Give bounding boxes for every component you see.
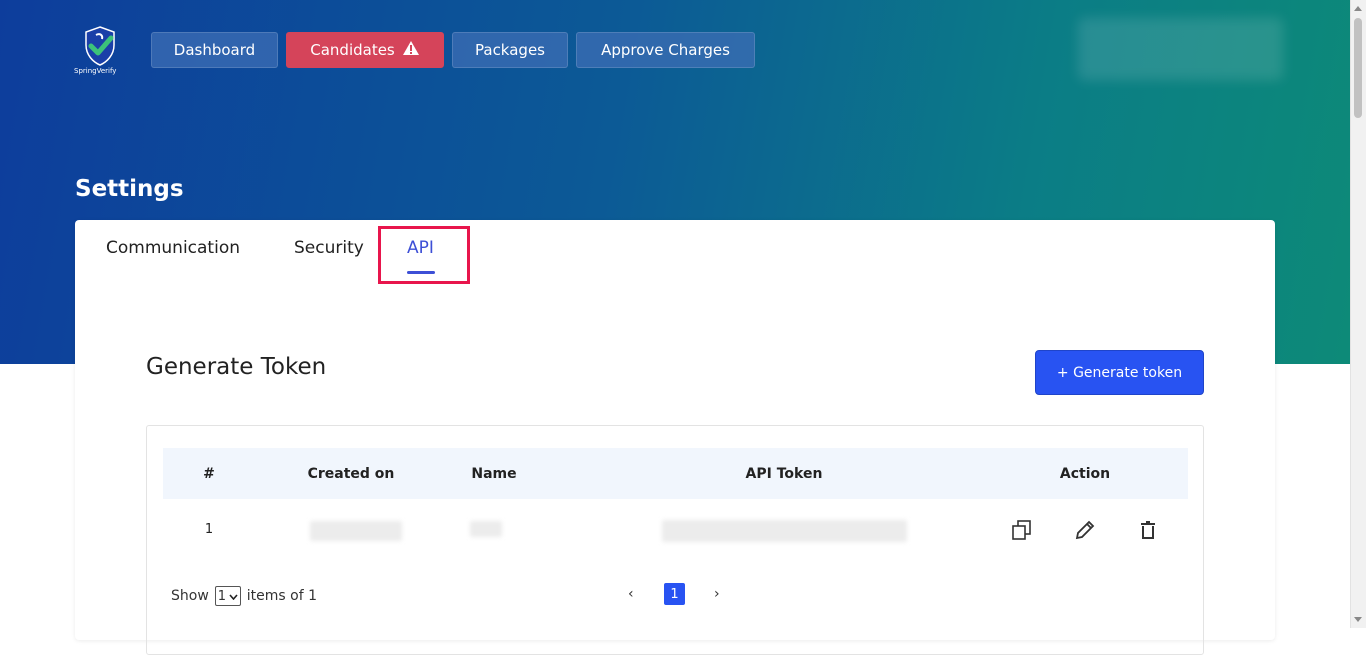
table-header: # Created on Name API Token Action xyxy=(163,448,1188,499)
page-scrollbar[interactable] xyxy=(1350,0,1366,628)
nav-dashboard-button[interactable]: Dashboard xyxy=(151,32,278,68)
column-header-action: Action xyxy=(1059,466,1111,482)
api-token-redacted xyxy=(662,520,907,542)
next-page-button[interactable]: › xyxy=(714,586,720,602)
row-index: 1 xyxy=(204,522,214,537)
scroll-up-icon[interactable] xyxy=(1354,6,1362,11)
page-size-control: Show 1 items of 1 xyxy=(171,586,317,606)
show-label: Show xyxy=(171,588,209,604)
nav-candidates-button[interactable]: Candidates xyxy=(286,32,444,68)
generate-token-button[interactable]: + Generate token xyxy=(1035,350,1204,395)
warning-icon xyxy=(402,40,420,60)
created-on-redacted xyxy=(310,521,402,541)
delete-icon[interactable] xyxy=(1137,519,1159,541)
copy-icon[interactable] xyxy=(1011,519,1033,541)
column-header-name: Name xyxy=(471,466,517,482)
chevron-down-icon xyxy=(229,589,238,604)
nav-candidates-label: Candidates xyxy=(310,41,395,59)
edit-icon[interactable] xyxy=(1074,519,1096,541)
page-title: Settings xyxy=(75,176,184,202)
page-1-button[interactable]: 1 xyxy=(664,583,685,605)
nav-approve-charges-button[interactable]: Approve Charges xyxy=(576,32,755,68)
page-size-select[interactable]: 1 xyxy=(214,586,241,606)
api-tab-highlight xyxy=(378,226,470,284)
tab-communication[interactable]: Communication xyxy=(106,238,240,258)
nav-packages-label: Packages xyxy=(475,41,545,59)
settings-card: Communication Security API Generate Toke… xyxy=(75,220,1275,655)
user-profile-menu[interactable] xyxy=(1078,18,1283,80)
nav-approve-charges-label: Approve Charges xyxy=(601,41,730,59)
nav-packages-button[interactable]: Packages xyxy=(452,32,568,68)
scroll-down-icon[interactable] xyxy=(1354,617,1362,622)
section-title: Generate Token xyxy=(146,354,327,380)
scrollbar-thumb[interactable] xyxy=(1354,18,1362,118)
logo-text: SpringVerify xyxy=(74,67,117,75)
nav-dashboard-label: Dashboard xyxy=(173,41,256,59)
prev-page-button[interactable]: ‹ xyxy=(628,586,634,602)
token-table: # Created on Name API Token Action 1 Sho… xyxy=(146,425,1204,655)
tab-security[interactable]: Security xyxy=(294,238,364,258)
column-header-index: # xyxy=(203,466,215,482)
items-count-label: items of 1 xyxy=(246,588,318,604)
page-size-value: 1 xyxy=(217,588,227,604)
column-header-api-token: API Token xyxy=(745,466,823,482)
name-redacted xyxy=(470,521,502,537)
column-header-created-on: Created on xyxy=(307,466,395,482)
